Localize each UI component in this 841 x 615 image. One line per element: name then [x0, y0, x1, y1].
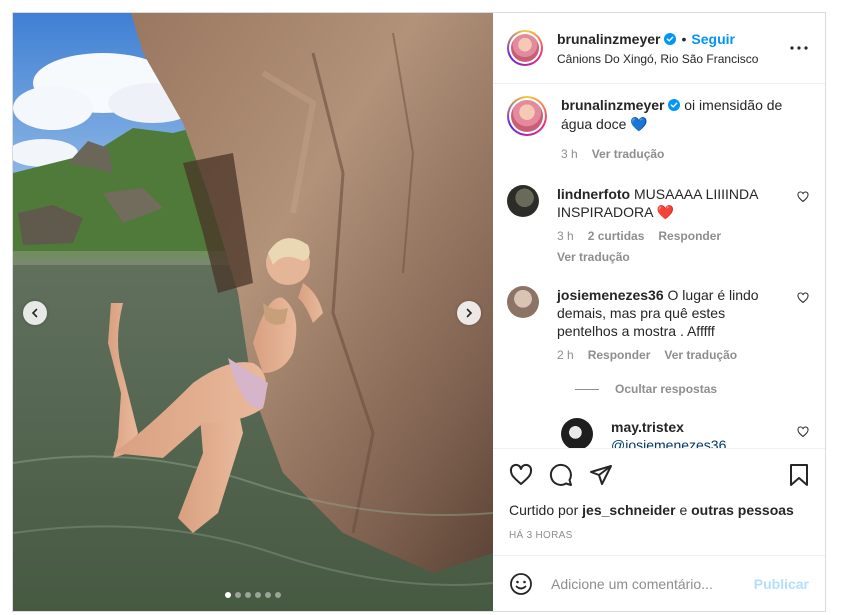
header-separator: •: [681, 30, 687, 47]
carousel-dot: [265, 592, 271, 598]
emoji-smiley-icon: [510, 572, 532, 595]
comment-time[interactable]: 3 h: [557, 227, 574, 245]
caption-translate-link[interactable]: Ver tradução: [592, 145, 665, 163]
post-location[interactable]: Cânions Do Xingó, Rio São Francisco: [557, 52, 787, 66]
reply-username[interactable]: may.tristex: [611, 419, 684, 435]
commenter-avatar[interactable]: [507, 286, 539, 318]
comment-translate-link[interactable]: Ver tradução: [664, 346, 737, 364]
verified-badge-icon: [664, 32, 677, 45]
comment-like-heart-icon[interactable]: [797, 292, 809, 304]
comment-item: lindnerfoto MUSAAAA LIIIINDA INSPIRADORA…: [507, 185, 809, 266]
more-options-icon: [790, 46, 808, 50]
liked-by-others[interactable]: outras pessoas: [691, 502, 794, 518]
commenter-avatar[interactable]: [507, 185, 539, 217]
chevron-left-icon: [31, 308, 38, 318]
chevron-right-icon: [466, 308, 473, 318]
comment-input[interactable]: [549, 574, 754, 593]
comment-item: josiemenezes36 O lugar é lindo demais, m…: [507, 286, 809, 364]
post-header: brunalinzmeyer • Seguir Cânions Do Xingó…: [493, 13, 825, 84]
carousel-dot: [235, 592, 241, 598]
likes-summary: Curtido por jes_schneider e outras pesso…: [493, 502, 825, 518]
comment-likes-count[interactable]: 2 curtidas: [588, 227, 645, 245]
likes-connector: e: [679, 502, 688, 518]
share-button[interactable]: [589, 463, 613, 487]
comment-time[interactable]: 2 h: [557, 346, 574, 364]
verified-badge-icon: [668, 97, 681, 115]
comment-translate-link[interactable]: Ver tradução: [557, 248, 630, 266]
hide-replies-button[interactable]: Ocultar respostas: [575, 382, 809, 396]
post-card: brunalinzmeyer • Seguir Cânions Do Xingó…: [12, 12, 826, 612]
comments-list[interactable]: brunalinzmeyer oi imensidão de água doce…: [493, 84, 825, 448]
author-username[interactable]: brunalinzmeyer: [557, 31, 660, 47]
comment-username[interactable]: lindnerfoto: [557, 186, 630, 202]
carousel-dot: [275, 592, 281, 598]
publish-button[interactable]: Publicar: [754, 576, 809, 592]
carousel-indicator: [13, 592, 493, 598]
comment-emoji: ❤️: [656, 204, 675, 220]
heart-icon: [509, 463, 533, 485]
caption-time[interactable]: 3 h: [561, 145, 578, 163]
save-button[interactable]: [787, 463, 811, 487]
hide-replies-line: [575, 388, 599, 390]
paper-plane-icon: [590, 464, 612, 485]
post-photo: [13, 13, 493, 611]
carousel-dot: [255, 592, 261, 598]
reply-item: may.tristex @josiemenezes36: [561, 418, 809, 448]
follow-button[interactable]: Seguir: [691, 31, 735, 47]
likes-prefix: Curtido por: [509, 502, 579, 518]
like-button[interactable]: [509, 463, 533, 487]
hide-replies-label: Ocultar respostas: [615, 382, 718, 396]
comment-button[interactable]: [549, 463, 573, 487]
author-avatar[interactable]: [507, 30, 543, 66]
comment-like-heart-icon[interactable]: [797, 191, 809, 203]
carousel-dot: [245, 592, 251, 598]
post-media[interactable]: [13, 13, 493, 611]
comment-like-heart-icon[interactable]: [797, 426, 809, 438]
comment-username[interactable]: josiemenezes36: [557, 287, 664, 303]
carousel-prev-button[interactable]: [23, 301, 47, 325]
reply-avatar[interactable]: [561, 418, 593, 448]
bookmark-icon: [790, 463, 808, 486]
liked-by-user[interactable]: jes_schneider: [582, 502, 675, 518]
comment-reply-button[interactable]: Responder: [588, 346, 651, 364]
caption-username[interactable]: brunalinzmeyer: [561, 97, 664, 113]
emoji-button[interactable]: [509, 572, 533, 596]
add-comment-bar: Publicar: [493, 555, 825, 611]
reply-mention[interactable]: @josiemenezes36: [611, 436, 783, 448]
carousel-dot: [225, 592, 231, 598]
caption-avatar[interactable]: [507, 96, 547, 136]
carousel-next-button[interactable]: [457, 301, 481, 325]
caption-emoji: 💙: [630, 116, 648, 132]
comment-bubble-icon: [549, 463, 572, 486]
post-actions: [493, 448, 825, 500]
comment-reply-button[interactable]: Responder: [658, 227, 721, 245]
post-timestamp[interactable]: HÁ 3 HORAS: [493, 530, 825, 541]
more-options-button[interactable]: [787, 36, 811, 60]
post-sidebar: brunalinzmeyer • Seguir Cânions Do Xingó…: [493, 13, 825, 611]
caption: brunalinzmeyer oi imensidão de água doce…: [507, 96, 809, 163]
